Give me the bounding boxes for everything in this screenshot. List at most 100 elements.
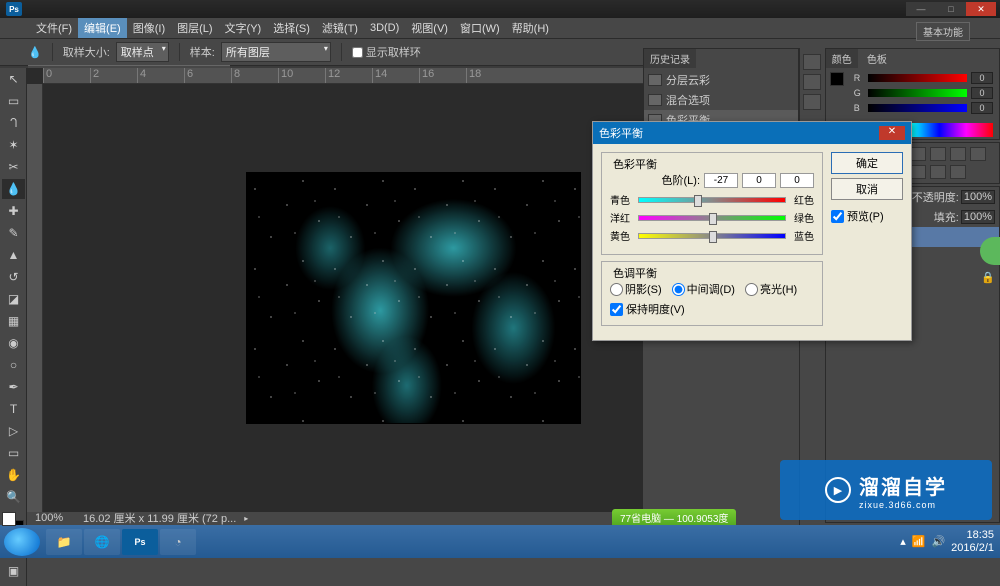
- menu-image[interactable]: 图像(I): [127, 18, 171, 38]
- quickselect-tool[interactable]: ✶: [2, 135, 25, 155]
- menu-edit[interactable]: 编辑(E): [78, 18, 127, 38]
- level-input-3[interactable]: [780, 173, 814, 188]
- sample-layers-dropdown[interactable]: 所有图层: [221, 42, 331, 62]
- restore-button[interactable]: □: [936, 2, 966, 16]
- dialog-titlebar[interactable]: 色彩平衡 ✕: [593, 122, 911, 144]
- menu-type[interactable]: 文字(Y): [219, 18, 268, 38]
- taskbar-browser-icon[interactable]: 🌐: [84, 529, 120, 555]
- cancel-button[interactable]: 取消: [831, 178, 903, 200]
- tray-network-icon[interactable]: 📶: [912, 535, 926, 548]
- shadows-radio[interactable]: 阴影(S): [610, 281, 662, 297]
- taskbar-explorer-icon[interactable]: 📁: [46, 529, 82, 555]
- menu-3d[interactable]: 3D(D): [364, 20, 405, 36]
- tray-volume-icon[interactable]: 🔊: [931, 535, 945, 548]
- stamp-tool[interactable]: ▲: [2, 245, 25, 265]
- preview-checkbox[interactable]: [831, 210, 844, 223]
- adj-icon[interactable]: [910, 147, 926, 161]
- gradient-tool[interactable]: ▦: [2, 311, 25, 331]
- adj-icon[interactable]: [950, 147, 966, 161]
- adj-icon[interactable]: [970, 147, 986, 161]
- blur-tool[interactable]: ◉: [2, 333, 25, 353]
- g-slider[interactable]: [868, 89, 967, 97]
- color-tab[interactable]: 颜色: [826, 49, 858, 68]
- divider: [52, 43, 53, 61]
- adj-icon[interactable]: [950, 165, 966, 179]
- move-tool[interactable]: ↖: [2, 69, 25, 89]
- swatches-tab[interactable]: 色板: [861, 49, 893, 68]
- fill-value[interactable]: 100%: [961, 210, 995, 224]
- eraser-tool[interactable]: ◪: [2, 289, 25, 309]
- start-button[interactable]: [4, 528, 40, 556]
- midtones-radio[interactable]: 中间调(D): [672, 281, 735, 297]
- history-brush-tool[interactable]: ↺: [2, 267, 25, 287]
- tray-clock[interactable]: 18:35 2016/2/1: [951, 529, 994, 553]
- cyan-red-slider[interactable]: [638, 197, 786, 203]
- dock-icon[interactable]: [803, 94, 821, 110]
- minimize-button[interactable]: —: [906, 2, 936, 16]
- opacity-label: 不透明度:: [912, 189, 959, 205]
- b-value[interactable]: 0: [971, 102, 993, 114]
- yellow-blue-slider[interactable]: [638, 233, 786, 239]
- zoom-tool[interactable]: 🔍: [2, 487, 25, 507]
- taskbar-photoshop-icon[interactable]: Ps: [122, 529, 158, 555]
- dodge-tool[interactable]: ○: [2, 355, 25, 375]
- tray-expand-icon[interactable]: ▴: [900, 535, 906, 548]
- magenta-green-slider[interactable]: [638, 215, 786, 221]
- zoom-level[interactable]: 100%: [35, 512, 75, 524]
- window-controls: — □ ✕: [906, 2, 1000, 16]
- heal-tool[interactable]: ✚: [2, 201, 25, 221]
- marquee-tool[interactable]: ▭: [2, 91, 25, 111]
- menu-view[interactable]: 视图(V): [405, 18, 454, 38]
- opacity-value[interactable]: 100%: [961, 190, 995, 204]
- ok-button[interactable]: 确定: [831, 152, 903, 174]
- menu-window[interactable]: 窗口(W): [454, 18, 506, 38]
- hand-tool[interactable]: ✋: [2, 465, 25, 485]
- path-tool[interactable]: ▷: [2, 421, 25, 441]
- menu-help[interactable]: 帮助(H): [506, 18, 555, 38]
- taskbar-app-icon[interactable]: ◔: [160, 529, 196, 555]
- level-input-1[interactable]: [704, 173, 738, 188]
- sample-size-dropdown[interactable]: 取样点: [116, 42, 169, 62]
- canvas-area: 0 2 4 6 8 10 12 14 16 18: [27, 68, 643, 512]
- b-slider[interactable]: [868, 104, 967, 112]
- foreground-color[interactable]: [2, 512, 16, 526]
- lasso-tool[interactable]: ᘃ: [2, 113, 25, 133]
- adj-icon[interactable]: [930, 147, 946, 161]
- menu-layer[interactable]: 图层(L): [171, 18, 218, 38]
- document-canvas[interactable]: [247, 173, 580, 423]
- menu-select[interactable]: 选择(S): [267, 18, 316, 38]
- levels-label: 色阶(L):: [662, 172, 701, 188]
- history-item[interactable]: 分层云彩: [644, 70, 798, 90]
- r-slider[interactable]: [868, 74, 967, 82]
- color-swatch-mini[interactable]: [826, 68, 848, 121]
- crop-tool[interactable]: ✂: [2, 157, 25, 177]
- green-tip-button[interactable]: 77省电脑 — 100.9053度: [612, 509, 736, 525]
- menu-file[interactable]: 文件(F): [30, 18, 78, 38]
- highlights-radio[interactable]: 亮光(H): [745, 281, 797, 297]
- adj-icon[interactable]: [930, 165, 946, 179]
- r-value[interactable]: 0: [971, 72, 993, 84]
- watermark-url: zixue.3d66.com: [859, 500, 947, 510]
- shape-tool[interactable]: ▭: [2, 443, 25, 463]
- show-ring-checkbox[interactable]: [352, 47, 363, 58]
- adj-icon[interactable]: [910, 165, 926, 179]
- side-bubble[interactable]: [980, 237, 1000, 265]
- screenmode-tool[interactable]: ▣: [2, 561, 25, 581]
- type-tool[interactable]: T: [2, 399, 25, 419]
- dock-icon[interactable]: [803, 74, 821, 90]
- g-value[interactable]: 0: [971, 87, 993, 99]
- history-panel-tab[interactable]: 历史记录: [644, 49, 696, 68]
- doc-info-arrow-icon[interactable]: ▸: [244, 514, 248, 523]
- close-button[interactable]: ✕: [966, 2, 996, 16]
- preserve-luminosity-checkbox[interactable]: [610, 303, 623, 316]
- workspace-switcher[interactable]: 基本功能: [916, 22, 970, 41]
- history-item[interactable]: 混合选项: [644, 90, 798, 110]
- dock-icon[interactable]: [803, 54, 821, 70]
- level-input-2[interactable]: [742, 173, 776, 188]
- brush-tool[interactable]: ✎: [2, 223, 25, 243]
- pen-tool[interactable]: ✒: [2, 377, 25, 397]
- history-step-icon: [648, 74, 662, 86]
- eyedropper-tool[interactable]: 💧: [2, 179, 25, 199]
- dialog-close-button[interactable]: ✕: [879, 126, 905, 140]
- menu-filter[interactable]: 滤镜(T): [316, 18, 364, 38]
